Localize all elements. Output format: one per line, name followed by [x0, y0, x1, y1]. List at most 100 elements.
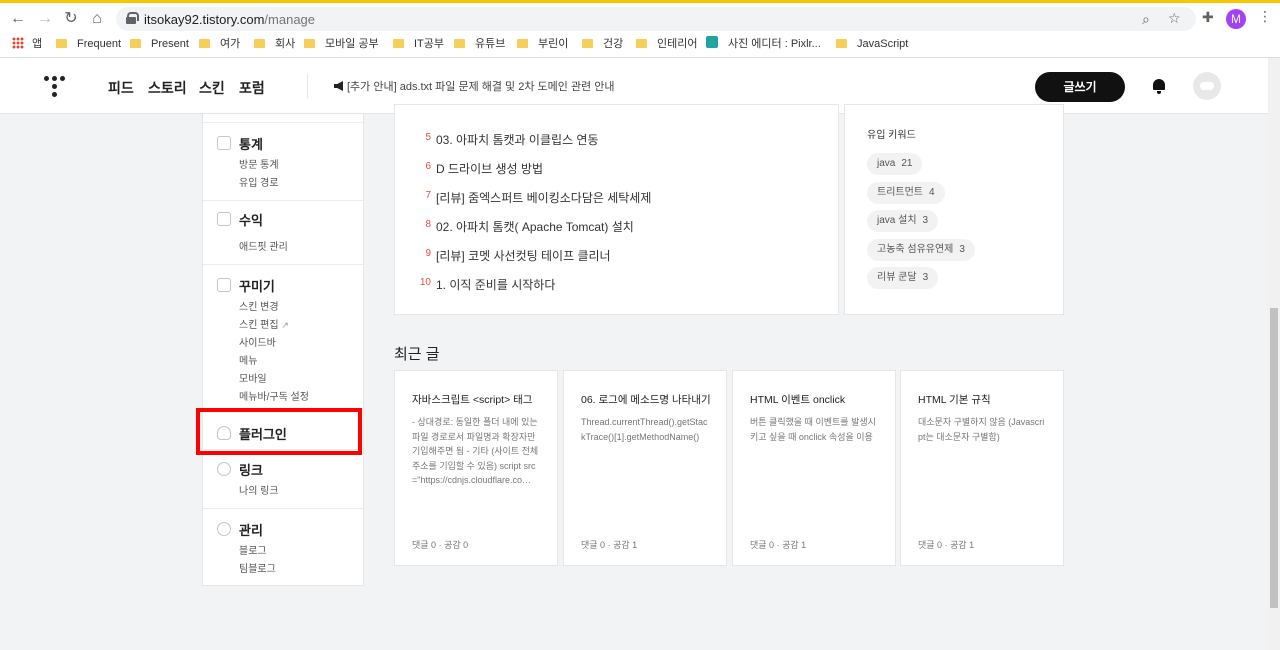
- keyword-count: 3: [922, 215, 929, 226]
- sidebar-item-sidebar[interactable]: 사이드바: [239, 334, 276, 349]
- bookmark-label: JavaScript: [857, 38, 909, 50]
- rank-number: 8: [425, 219, 431, 230]
- keyword-chip[interactable]: java 설치 3: [867, 210, 939, 232]
- url-input[interactable]: itsokay92.tistory.com/manage ⌕ ☆: [116, 7, 1196, 31]
- bookmark-label: 부린이: [538, 38, 569, 50]
- back-icon[interactable]: ←: [8, 9, 28, 29]
- recent-post-excerpt: 버튼 클릭했을 때 이벤트를 발생시키고 싶을 때 onclick 속성을 이용: [750, 417, 876, 442]
- bookmark-item[interactable]: 회사: [254, 36, 295, 52]
- bookmark-star-icon[interactable]: ☆: [1168, 10, 1181, 27]
- sidebar-item-mobile[interactable]: 모바일: [239, 370, 267, 385]
- reload-icon[interactable]: ↻: [61, 9, 81, 29]
- revenue-icon: [217, 212, 231, 226]
- folder-icon: [393, 39, 404, 48]
- tistory-logo-icon[interactable]: [44, 76, 66, 98]
- keyword-count: 21: [901, 158, 913, 169]
- sidebar-item-skin-change[interactable]: 스킨 변경: [239, 298, 279, 313]
- profile-avatar[interactable]: M: [1226, 9, 1246, 29]
- keyword-chip[interactable]: 고농축 섬유유연제 3: [867, 238, 975, 261]
- folder-icon: [636, 39, 647, 48]
- popular-post-link[interactable]: [리뷰] 줌엑스퍼트 베이킹소다담은 세탁세제: [436, 189, 651, 206]
- recent-post-excerpt: 대소문자 구별하지 않음 (Javascript는 대소문자 구별함): [918, 417, 1045, 442]
- keyword-chip[interactable]: java 21: [867, 153, 923, 175]
- bookmark-item[interactable]: 부린이: [517, 36, 568, 52]
- nav-feed[interactable]: 피드: [108, 78, 134, 98]
- recent-post-title: 06. 로그에 메소드명 나타내기: [581, 394, 711, 406]
- recent-post-title: HTML 이벤트 onclick: [750, 394, 846, 406]
- keyword-label: 고농축 섬유유연제: [877, 243, 954, 255]
- bookmark-label: 사진 에디터 : Pixlr...: [728, 38, 821, 50]
- write-button[interactable]: 글쓰기: [1035, 72, 1125, 102]
- keyword-count: 3: [922, 272, 929, 283]
- popular-post-link[interactable]: 03. 아파치 톰캣과 이클립스 연동: [436, 131, 599, 148]
- rank-number: 9: [425, 248, 431, 259]
- popular-post-link[interactable]: [리뷰] 코멧 사선컷팅 테이프 클리너: [436, 247, 611, 264]
- popular-post-link[interactable]: 02. 아파치 톰캣( Apache Tomcat) 설치: [436, 218, 634, 235]
- pixlr-icon: [706, 36, 718, 48]
- folder-icon: [56, 39, 67, 48]
- menu-divider: [203, 508, 363, 509]
- keyword-chip[interactable]: 트리트먼트 4: [867, 181, 945, 204]
- sidebar-item-adfit[interactable]: 애드핏 관리: [239, 238, 288, 253]
- sidebar-item-stats[interactable]: 통계: [239, 134, 263, 153]
- bookmark-item[interactable]: IT공부: [393, 36, 444, 52]
- recent-post-card[interactable]: 06. 로그에 메소드명 나타내기 Thread.currentThread().…: [563, 370, 727, 566]
- sidebar-item-team-blog[interactable]: 팀블로그: [239, 560, 276, 575]
- sidebar-item-referrer[interactable]: 유입 경로: [239, 174, 279, 189]
- sidebar-item-visit-stats[interactable]: 방문 통계: [239, 156, 279, 171]
- folder-icon: [199, 39, 210, 48]
- avatar[interactable]: [1193, 72, 1221, 100]
- extensions-icon[interactable]: ✚: [1202, 9, 1214, 26]
- recent-post-title: HTML 기본 규칙: [918, 394, 991, 406]
- bookmark-item[interactable]: 인테리어: [636, 36, 697, 52]
- recent-post-meta: 댓글 0 · 공감 1: [581, 540, 638, 550]
- popular-post-link[interactable]: 1. 이직 준비를 시작하다: [436, 276, 555, 293]
- bookmark-item[interactable]: JavaScript: [836, 36, 908, 52]
- folder-icon: [836, 39, 847, 48]
- zoom-icon[interactable]: ⌕: [1142, 11, 1150, 28]
- url-path: /manage: [264, 12, 316, 27]
- recent-post-meta: 댓글 0 · 공감 1: [750, 540, 807, 550]
- nav-forum[interactable]: 포럼: [239, 78, 265, 98]
- sidebar-item-my-link[interactable]: 나의 링크: [239, 482, 279, 497]
- sidebar-item-revenue[interactable]: 수익: [239, 210, 263, 229]
- bookmark-item[interactable]: 유튜브: [454, 36, 505, 52]
- sidebar-item-manage[interactable]: 관리: [239, 520, 263, 539]
- bookmark-label: 여가: [220, 38, 241, 50]
- bookmark-item[interactable]: 여가: [199, 36, 240, 52]
- popular-posts-panel: 5 03. 아파치 톰캣과 이클립스 연동 6 D 드라이브 생성 방법 7 [리뷰] 줌…: [394, 104, 839, 315]
- recent-post-excerpt: Thread.currentThread().getStackTrace()[1…: [581, 417, 708, 442]
- browser-toolbar: ← → ↻ ⌂ itsokay92.tistory.com/manage ⌕ ☆…: [0, 0, 1280, 58]
- folder-icon: [254, 39, 265, 48]
- home-icon[interactable]: ⌂: [87, 9, 107, 29]
- bookmark-item[interactable]: Frequent: [56, 36, 121, 52]
- popular-post-link[interactable]: D 드라이브 생성 방법: [436, 160, 543, 177]
- bookmark-item[interactable]: 모바일 공부: [304, 36, 379, 52]
- nav-story[interactable]: 스토리: [148, 78, 187, 98]
- bell-icon[interactable]: [1152, 78, 1166, 94]
- page-scrollbar[interactable]: [1268, 58, 1280, 650]
- scrollbar-thumb[interactable]: [1270, 308, 1278, 608]
- nav-skin[interactable]: 스킨: [199, 78, 225, 98]
- notice-link[interactable]: [추가 안내] ads.txt 파일 문제 해결 및 2차 도메인 관련 안내: [334, 78, 614, 94]
- sidebar-item-skin-edit[interactable]: 스킨 편집 ↗: [239, 316, 289, 331]
- bookmark-item[interactable]: 앱: [12, 36, 42, 52]
- sidebar-item-blog[interactable]: 블로그: [239, 542, 267, 557]
- recent-post-card[interactable]: HTML 기본 규칙대소문자 구별하지 않음 (Javascript는 대소문자…: [900, 370, 1064, 566]
- sidebar-item-customize[interactable]: 꾸미기: [239, 276, 275, 295]
- recent-post-card[interactable]: HTML 이벤트 onclick 버튼 클릭했을 때 이벤트를 발생시키고 싶을 …: [732, 370, 896, 566]
- stats-icon: [217, 136, 231, 150]
- bookmark-item[interactable]: 사진 에디터 : Pixlr...: [706, 36, 821, 52]
- bookmark-item[interactable]: 건강: [582, 36, 623, 52]
- forward-icon[interactable]: →: [35, 9, 55, 29]
- folder-icon: [130, 39, 141, 48]
- keyword-chip[interactable]: 리뷰 쿤달 3: [867, 267, 939, 289]
- sidebar-item-menubar[interactable]: 메뉴바/구독 설정: [239, 388, 309, 403]
- keyword-label: java 설치: [877, 215, 917, 226]
- recent-post-card[interactable]: 자바스크립트 <script> 태그 - 상대경로: 동일한 폴더 내에 있는 파…: [394, 370, 558, 566]
- keywords-title: 유입 키워드: [867, 130, 916, 141]
- more-menu-icon[interactable]: ⋮: [1258, 8, 1272, 25]
- sidebar-item-menu[interactable]: 메뉴: [239, 352, 257, 367]
- sidebar-item-link[interactable]: 링크: [239, 460, 263, 479]
- bookmark-item[interactable]: Present: [130, 36, 189, 52]
